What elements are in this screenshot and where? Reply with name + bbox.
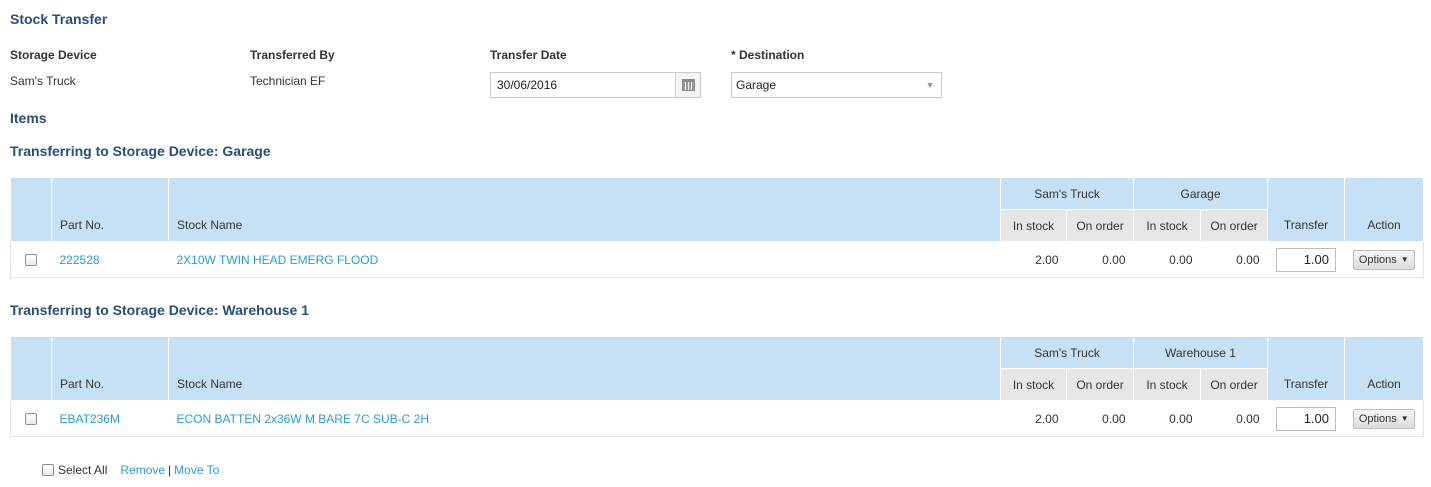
source-on-order-value: 0.00 <box>1066 241 1134 278</box>
source-on-order-value: 0.00 <box>1066 400 1134 437</box>
stock-name-link[interactable]: ECON BATTEN 2x36W M BARE 7C SUB-C 2H <box>177 412 430 426</box>
part-no-header: Part No. <box>51 336 169 401</box>
bulk-actions-bar: Select All Remove | Move To <box>42 463 219 477</box>
section-heading: Transferring to Storage Device: Warehous… <box>10 302 310 318</box>
action-header: Action <box>1344 177 1425 242</box>
source-group-header: Sam's Truck <box>999 177 1135 210</box>
select-all-label[interactable]: Select All <box>58 463 107 477</box>
destination-on-order-header: On order <box>1200 209 1269 242</box>
source-on-order-header: On order <box>1065 209 1135 242</box>
source-group-header: Sam's Truck <box>999 336 1135 369</box>
caret-down-icon: ▼ <box>1400 414 1409 423</box>
storage-device-label: Storage Device <box>10 48 97 62</box>
date-picker-button[interactable] <box>675 73 700 97</box>
destination-in-stock-value: 0.00 <box>1133 241 1201 278</box>
calendar-icon <box>681 79 695 91</box>
table-row: EBAT236M ECON BATTEN 2x36W M BARE 7C SUB… <box>10 400 1425 437</box>
items-heading: Items <box>10 110 47 126</box>
section-heading: Transferring to Storage Device: Garage <box>10 143 271 159</box>
transfer-qty-input[interactable]: 1.00 <box>1276 406 1337 431</box>
transfer-date-input[interactable]: 30/06/2016 <box>491 78 675 92</box>
transfer-date-label: Transfer Date <box>490 48 567 62</box>
select-column-header <box>10 336 52 401</box>
part-no-link[interactable]: 222528 <box>60 253 100 267</box>
destination-label: * Destination <box>731 48 805 62</box>
transfer-date-field[interactable]: 30/06/2016 <box>490 72 701 98</box>
part-no-link[interactable]: EBAT236M <box>60 412 120 426</box>
storage-device-value: Sam's Truck <box>10 74 76 88</box>
select-all-checkbox[interactable] <box>42 464 54 476</box>
table-row: 222528 2X10W TWIN HEAD EMERG FLOOD 2.00 … <box>10 241 1425 278</box>
transfer-header: Transfer <box>1267 177 1346 242</box>
stock-name-header: Stock Name <box>168 177 1001 242</box>
transfer-header: Transfer <box>1267 336 1346 401</box>
destination-group-header: Warehouse 1 <box>1133 336 1269 369</box>
options-button[interactable]: Options ▼ <box>1352 408 1415 429</box>
transferred-by-label: Transferred By <box>250 48 335 62</box>
source-on-order-header: On order <box>1065 368 1135 401</box>
options-label: Options <box>1358 253 1397 266</box>
chevron-down-icon: ▼ <box>925 80 935 90</box>
destination-on-order-value: 0.00 <box>1200 241 1268 278</box>
transfer-table: Part No. Stock Name Sam's Truck Warehous… <box>10 336 1425 437</box>
destination-on-order-value: 0.00 <box>1200 400 1268 437</box>
link-separator: | <box>168 463 172 477</box>
move-to-link[interactable]: Move To <box>174 463 219 477</box>
source-in-stock-value: 2.00 <box>1000 241 1067 278</box>
page-title: Stock Transfer <box>10 11 108 27</box>
destination-in-stock-value: 0.00 <box>1133 400 1201 437</box>
part-no-header: Part No. <box>51 177 169 242</box>
row-checkbox[interactable] <box>25 254 38 267</box>
source-in-stock-header: In stock <box>1000 209 1067 242</box>
destination-in-stock-header: In stock <box>1133 368 1202 401</box>
destination-group-header: Garage <box>1133 177 1269 210</box>
stock-name-header: Stock Name <box>168 336 1001 401</box>
source-in-stock-value: 2.00 <box>1000 400 1067 437</box>
caret-down-icon: ▼ <box>1400 255 1409 264</box>
stock-name-link[interactable]: 2X10W TWIN HEAD EMERG FLOOD <box>177 253 379 267</box>
transferred-by-value: Technician EF <box>250 74 326 88</box>
remove-link[interactable]: Remove <box>120 463 165 477</box>
transfer-table: Part No. Stock Name Sam's Truck Garage T… <box>10 177 1425 278</box>
destination-on-order-header: On order <box>1200 368 1269 401</box>
select-column-header <box>10 177 52 242</box>
row-checkbox[interactable] <box>25 413 38 426</box>
destination-in-stock-header: In stock <box>1133 209 1202 242</box>
transfer-qty-input[interactable]: 1.00 <box>1276 247 1337 272</box>
options-button[interactable]: Options ▼ <box>1352 249 1415 270</box>
options-label: Options <box>1358 412 1397 425</box>
destination-select[interactable]: Garage ▼ <box>731 72 942 98</box>
source-in-stock-header: In stock <box>1000 368 1067 401</box>
action-header: Action <box>1344 336 1425 401</box>
destination-selected-value: Garage <box>736 78 777 92</box>
